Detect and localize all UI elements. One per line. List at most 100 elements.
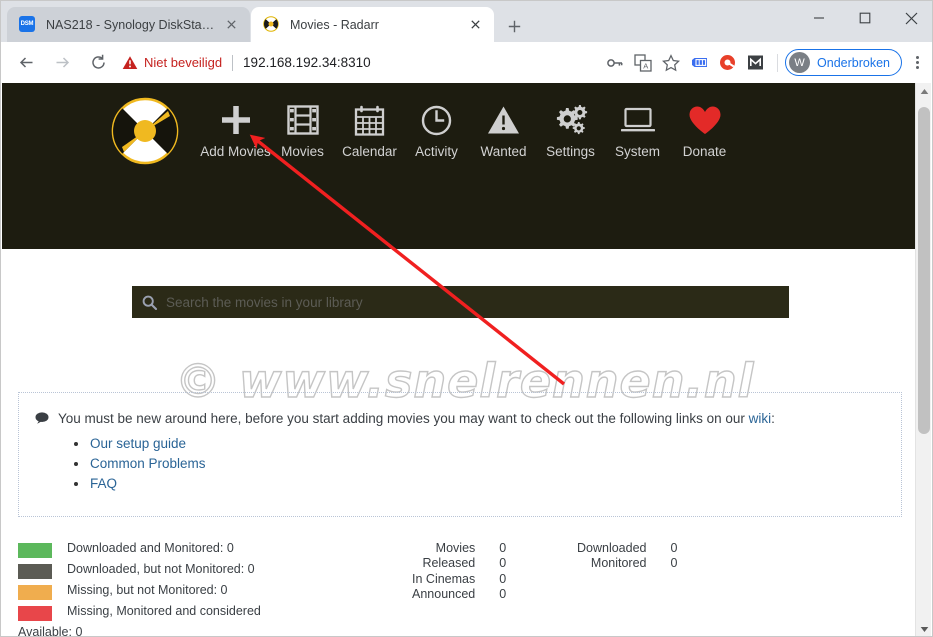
- key-icon[interactable]: [602, 50, 628, 76]
- welcome-message: You must be new around here, before you …: [35, 411, 775, 427]
- scrollbar-thumb[interactable]: [918, 107, 930, 434]
- status-swatch: [18, 543, 52, 558]
- search-input[interactable]: Search the movies in your library: [166, 295, 363, 310]
- nav-label: System: [614, 144, 660, 159]
- nav-label: Calendar: [342, 144, 397, 159]
- bookmark-star-icon[interactable]: [658, 50, 684, 76]
- stat-label-downloaded: Downloaded: [577, 541, 647, 555]
- address-bar[interactable]: Niet beveiligd 192.168.192.34:8310: [122, 49, 596, 77]
- close-icon[interactable]: [888, 1, 932, 35]
- legend-label: Missing, but not Monitored: 0: [67, 583, 228, 597]
- profile-button[interactable]: W Onderbroken: [785, 49, 902, 76]
- legend-row-downloaded-not-monitored: Downloaded, but not Monitored: 0: [18, 562, 378, 583]
- welcome-text: You must be new around here, before you …: [58, 411, 749, 426]
- tab-title: NAS218 - Synology DiskStation: [46, 17, 217, 32]
- status-swatch: [18, 606, 52, 621]
- scroll-up-icon[interactable]: [916, 83, 932, 99]
- status-swatch: [18, 564, 52, 579]
- radarr-main-nav: Add Movies Movies Calendar Activity Want…: [2, 83, 917, 179]
- nav-item-add-movies[interactable]: Add Movies: [200, 99, 271, 159]
- search-icon: [132, 295, 166, 310]
- gmail-icon[interactable]: [742, 50, 768, 76]
- nav-label: Movies: [281, 144, 324, 159]
- stat-label-in-cinemas: In Cinemas: [412, 571, 476, 586]
- bitwarden-icon[interactable]: [686, 50, 712, 76]
- warning-triangle-icon: [487, 99, 520, 141]
- svg-text:A: A: [643, 61, 648, 70]
- legend-label: Downloaded and Monitored: 0: [67, 541, 234, 555]
- speech-balloon-icon: [35, 412, 49, 427]
- nav-item-calendar[interactable]: Calendar: [336, 99, 403, 159]
- page-viewport: Add Movies Movies Calendar Activity Want…: [2, 83, 932, 637]
- legend-row-downloaded-monitored: Downloaded and Monitored: 0: [18, 541, 378, 562]
- legend-row-missing-not-monitored: Missing, but not Monitored: 0: [18, 583, 378, 604]
- nav-label: Add Movies: [200, 144, 271, 159]
- new-tab-button[interactable]: [501, 13, 527, 39]
- stat-value-movies: 0: [499, 541, 507, 555]
- chrome-tab-strip: DSM NAS218 - Synology DiskStation Movies…: [1, 1, 932, 42]
- divider: [777, 53, 779, 72]
- translate-icon[interactable]: A: [630, 50, 656, 76]
- back-arrow-icon[interactable]: [12, 49, 40, 77]
- nav-item-system[interactable]: System: [604, 99, 671, 159]
- url-text: 192.168.192.34:8310: [243, 55, 371, 70]
- stats-files: Downloaded Monitored 0 0: [577, 541, 677, 572]
- list-item: FAQ: [73, 474, 206, 494]
- stat-label-movies: Movies: [435, 541, 476, 555]
- movie-search-bar[interactable]: Search the movies in your library: [132, 286, 789, 318]
- security-warning-label: Niet beveiligd: [144, 55, 223, 70]
- welcome-message-panel: You must be new around here, before you …: [18, 392, 902, 517]
- profile-label: Onderbroken: [817, 55, 890, 70]
- nav-label: Donate: [682, 144, 727, 159]
- welcome-text-after: :: [771, 411, 775, 426]
- nav-item-settings[interactable]: Settings: [537, 99, 604, 159]
- radarr-icon: [263, 16, 280, 33]
- plus-icon: [220, 99, 252, 141]
- nav-label: Settings: [546, 144, 595, 159]
- gears-icon: [554, 99, 588, 141]
- heart-icon: [688, 99, 722, 141]
- stat-label-announced: Announced: [412, 586, 476, 601]
- stat-value-in-cinemas: 0: [499, 571, 507, 586]
- stat-value-downloaded: 0: [670, 541, 678, 555]
- legend-row-missing-monitored-considered: Missing, Monitored and considered: [18, 604, 378, 625]
- forward-arrow-icon: [48, 49, 76, 77]
- nav-item-wanted[interactable]: Wanted: [470, 99, 537, 159]
- link-common-problems[interactable]: Common Problems: [90, 456, 206, 471]
- wiki-link[interactable]: wiki: [749, 411, 772, 426]
- reload-icon[interactable]: [84, 49, 112, 77]
- link-faq[interactable]: FAQ: [90, 476, 117, 491]
- nav-item-donate[interactable]: Donate: [671, 99, 738, 159]
- radarr-logo-icon[interactable]: [110, 96, 180, 166]
- helpful-links-list: Our setup guide Common Problems FAQ: [73, 434, 206, 494]
- ublock-icon[interactable]: [714, 50, 740, 76]
- list-item: Our setup guide: [73, 434, 206, 454]
- nav-item-movies[interactable]: Movies: [269, 99, 336, 159]
- film-strip-icon: [286, 99, 319, 141]
- browser-tab-nas218[interactable]: DSM NAS218 - Synology DiskStation: [7, 7, 250, 42]
- minimize-icon[interactable]: [796, 1, 842, 35]
- page-scrollbar[interactable]: [915, 83, 932, 636]
- stat-label-monitored: Monitored: [590, 556, 647, 571]
- stat-label-released: Released: [422, 556, 476, 571]
- list-item: Common Problems: [73, 454, 206, 474]
- browser-window: DSM NAS218 - Synology DiskStation Movies…: [0, 0, 933, 637]
- legend-label: Missing, Monitored and considered: [67, 604, 261, 618]
- stat-value-monitored: 0: [670, 556, 678, 571]
- nav-label: Activity: [415, 144, 458, 159]
- close-icon[interactable]: [223, 16, 240, 33]
- nav-items: Add Movies Movies Calendar Activity Want…: [200, 99, 738, 159]
- tab-title: Movies - Radarr: [290, 17, 379, 32]
- maximize-icon[interactable]: [842, 1, 888, 35]
- close-icon[interactable]: [467, 16, 484, 33]
- scroll-down-icon[interactable]: [916, 621, 932, 636]
- legend-label-continuation: Available: 0: [18, 625, 83, 637]
- nav-label: Wanted: [480, 144, 527, 159]
- browser-tab-radarr[interactable]: Movies - Radarr: [251, 7, 494, 42]
- stat-value-released: 0: [499, 556, 507, 571]
- radarr-header: Add Movies Movies Calendar Activity Want…: [2, 83, 917, 249]
- nav-item-activity[interactable]: Activity: [403, 99, 470, 159]
- stats-movies: Movies Released In Cinemas Announced 0 0…: [412, 541, 506, 602]
- link-setup-guide[interactable]: Our setup guide: [90, 436, 186, 451]
- three-dot-menu-icon[interactable]: [904, 50, 930, 76]
